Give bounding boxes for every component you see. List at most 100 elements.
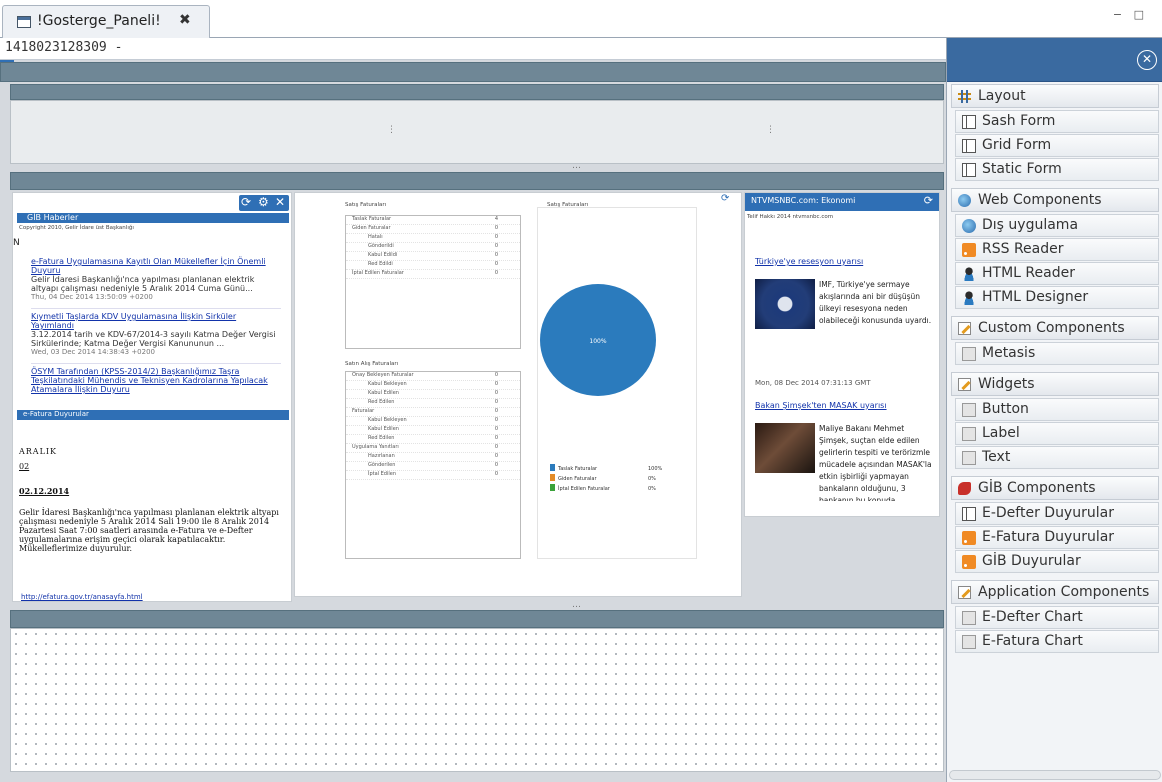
efatura-title: e-Fatura Duyurular xyxy=(23,410,89,418)
palette-category[interactable]: GİB Components xyxy=(951,476,1159,500)
palette-item[interactable]: Button xyxy=(955,398,1159,421)
category-label: Layout xyxy=(978,88,1026,104)
table-row: Gönderilen 0 xyxy=(346,462,520,471)
frame-icon xyxy=(962,507,976,521)
refresh-icon[interactable]: ⟳ xyxy=(924,194,933,207)
palette-item[interactable]: RSS Reader xyxy=(955,238,1159,261)
row-label: Faturalar xyxy=(352,408,375,414)
layout-icon xyxy=(958,90,971,103)
rss-icon xyxy=(962,555,976,569)
palette-item[interactable]: Sash Form xyxy=(955,110,1159,133)
palette-item[interactable]: HTML Reader xyxy=(955,262,1159,285)
table-row: Faturalar 0 xyxy=(346,408,520,417)
palette-item[interactable]: Text xyxy=(955,446,1159,469)
category-label: Custom Components xyxy=(978,320,1125,336)
palette-item[interactable]: E-Defter Duyurular xyxy=(955,502,1159,525)
row-value: 0 xyxy=(494,417,498,423)
palette-category[interactable]: Layout xyxy=(951,84,1159,108)
pie-center-label: 100% xyxy=(589,338,606,345)
row-label: Uygulama Yanıtları xyxy=(352,444,399,450)
palette-item-label: Dış uygulama xyxy=(982,217,1079,233)
component-icon xyxy=(962,451,976,465)
palette-item[interactable]: Metasis xyxy=(955,342,1159,365)
category-label: Widgets xyxy=(978,376,1035,392)
sash-handle[interactable]: ⋮ xyxy=(387,125,396,135)
table-row: Hazırlanan 0 xyxy=(346,453,520,462)
legend-swatch xyxy=(550,464,555,471)
chart-frame: 100% Taslak Faturalar 100% Giden Faturalar 0… xyxy=(537,207,697,559)
palette-item[interactable]: E-Defter Chart xyxy=(955,606,1159,629)
row-label: Kabul Bekleyen xyxy=(368,417,407,423)
top-sash-bar[interactable] xyxy=(0,62,946,82)
table-row: Kabul Bekleyen 0 xyxy=(346,417,520,426)
sales-table: Taslak Faturalar 4 Giden Faturalar 0 Hatalı 0… xyxy=(345,215,521,349)
category-label: Application Components xyxy=(978,584,1150,600)
row-value: 4 xyxy=(494,216,498,222)
efatura-url[interactable]: http://efatura.gov.tr/anasayfa.html xyxy=(21,593,143,601)
component-icon xyxy=(962,347,976,361)
row-value: 0 xyxy=(494,270,498,276)
horizontal-sash[interactable]: … xyxy=(572,161,581,171)
pie-chart: 100% Taslak Faturalar 100% Giden Faturalar 0… xyxy=(540,284,663,492)
frame-icon xyxy=(962,115,976,129)
palette-item[interactable]: Static Form xyxy=(955,158,1159,181)
content-region: ⟳ ⚙ ✕ GİB Haberler Copyright 2010, Gelir… xyxy=(10,190,944,602)
palette-item[interactable]: E-Fatura Chart xyxy=(955,630,1159,653)
palette-item-label: RSS Reader xyxy=(982,241,1064,257)
close-tab-icon[interactable]: ✖ xyxy=(179,12,191,28)
row-value: 0 xyxy=(494,426,498,432)
sash-handle[interactable]: ⋮ xyxy=(766,125,775,135)
row-value: 0 xyxy=(494,372,498,378)
table-row: İptal Edilen 0 xyxy=(346,471,520,480)
palette-category[interactable]: Web Components xyxy=(951,188,1159,212)
close-palette-icon[interactable]: ✕ xyxy=(1137,50,1157,70)
window-controls[interactable]: − □ xyxy=(1113,8,1148,21)
news-link[interactable]: Bakan Şimşek'ten MASAK uyarısı xyxy=(755,401,887,410)
palette-item[interactable]: HTML Designer xyxy=(955,286,1159,309)
legend-label: Taslak Faturalar xyxy=(557,466,598,472)
palette-item-label: E-Defter Duyurular xyxy=(982,505,1114,521)
table-row: Uygulama Yanıtları 0 xyxy=(346,444,520,453)
editor-tab-bar: !Gosterge_Paneli! ✖ − □ xyxy=(0,0,1162,38)
efatura-day: 02 xyxy=(19,462,30,471)
palette-category[interactable]: Custom Components xyxy=(951,316,1159,340)
palette-item[interactable]: GİB Duyurular xyxy=(955,550,1159,573)
gib-copyright: Copyright 2010, Gelir İdare üst Başkanlı… xyxy=(19,225,134,231)
news-text: Maliye Bakanı Mehmet Şimşek, suçtan elde… xyxy=(819,424,932,501)
user-icon xyxy=(962,291,976,305)
palette-item-label: Metasis xyxy=(982,345,1036,361)
component-icon xyxy=(962,403,976,417)
component-icon xyxy=(962,635,976,649)
news-link[interactable]: Türkiye'ye resesyon uyarısı xyxy=(755,257,863,266)
horizontal-sash[interactable]: … xyxy=(572,600,581,610)
record-id: 1418023128309 - xyxy=(5,40,123,55)
horizontal-scrollbar[interactable] xyxy=(949,770,1161,780)
refresh-icon[interactable]: ⟳ xyxy=(241,195,251,209)
row-value: 0 xyxy=(494,252,498,258)
palette-category[interactable]: Application Components xyxy=(951,580,1159,604)
row-value: 0 xyxy=(494,234,498,240)
palette-category[interactable]: Widgets xyxy=(951,372,1159,396)
close-icon[interactable]: ✕ xyxy=(275,195,285,209)
efatura-month: ARALIK xyxy=(19,447,58,456)
palette-item[interactable]: Label xyxy=(955,422,1159,445)
table-row: Kabul Edildi 0 xyxy=(346,252,520,261)
refresh-icon[interactable]: ⟳ xyxy=(721,193,729,204)
row-label: Onay Bekleyen Faturalar xyxy=(352,372,414,378)
component-palette: ✕ Layout Sash Form Grid Form Static Form Web… xyxy=(946,38,1162,782)
row-label: İptal Edilen xyxy=(368,471,397,477)
palette-item[interactable]: Grid Form xyxy=(955,134,1159,157)
table-row: Giden Faturalar 0 xyxy=(346,225,520,234)
news-link[interactable]: e-Fatura Uygulamasına Kayıtlı Olan Mükel… xyxy=(31,257,281,275)
palette-item-label: E-Fatura Duyurular xyxy=(982,529,1115,545)
gear-icon[interactable]: ⚙ xyxy=(258,195,269,209)
table-row: Gönderildi 0 xyxy=(346,243,520,252)
editor-tab[interactable]: !Gosterge_Paneli! ✖ xyxy=(2,5,210,38)
row-value: 0 xyxy=(494,225,498,231)
news-link[interactable]: ÖSYM Tarafından (KPSS-2014/2) Başkanlığı… xyxy=(31,367,281,394)
news-link[interactable]: Kıymetli Taşlarda KDV Uygulamasına İlişk… xyxy=(31,312,281,330)
palette-item[interactable]: Dış uygulama xyxy=(955,214,1159,237)
palette-item[interactable]: E-Fatura Duyurular xyxy=(955,526,1159,549)
palette-item-label: GİB Duyurular xyxy=(982,553,1081,569)
grid-drop-area[interactable] xyxy=(10,628,944,772)
